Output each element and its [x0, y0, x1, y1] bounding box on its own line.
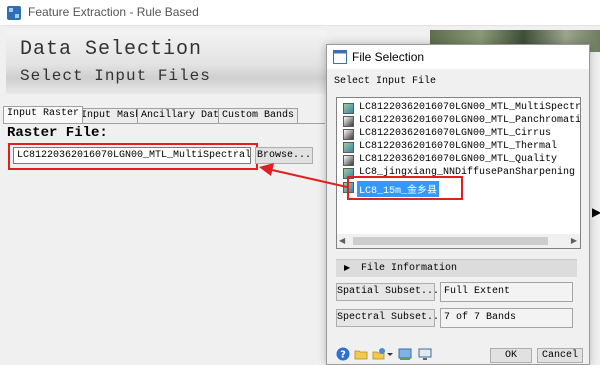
collapse-arrow-icon[interactable]: ▶: [592, 205, 600, 219]
open-folder-icon[interactable]: [354, 347, 368, 361]
dialog-titlebar: File Selection: [327, 45, 589, 69]
file-list-item-label: LC81220362016070LGN00_MTL_Quality: [359, 154, 558, 165]
spatial-subset-value: Full Extent: [440, 282, 573, 302]
file-list-item-label: LC81220362016070LGN00_MTL_Panchromatic: [359, 115, 581, 126]
grayscale-raster-icon: [343, 155, 354, 166]
raster-file-icon: [343, 103, 354, 114]
scroll-right-arrow-icon[interactable]: ▶: [571, 236, 577, 245]
browse-button[interactable]: Browse...: [255, 147, 313, 164]
feature-extraction-app-icon: [7, 6, 21, 20]
file-list-item-label: LC81220362016070LGN00_MTL_Cirrus: [359, 128, 552, 139]
raster-file-highlight-box: [8, 143, 258, 170]
cancel-button[interactable]: Cancel: [537, 348, 583, 363]
select-input-file-label: Select Input File: [334, 76, 437, 87]
file-list[interactable]: LC81220362016070LGN00_MTL_MultiSpectral …: [336, 97, 581, 249]
display-icon[interactable]: [418, 347, 432, 361]
spectral-subset-value: 7 of 7 Bands: [440, 308, 573, 328]
dropdown-arrow-icon[interactable]: [386, 347, 394, 361]
banner-subtitle: Select Input Files: [20, 67, 211, 85]
spectral-subset-button[interactable]: Spectral Subset...: [336, 309, 445, 327]
banner-title: Data Selection: [20, 38, 203, 61]
svg-text:?: ?: [340, 350, 346, 361]
file-list-horizontal-scrollbar[interactable]: ◀ ▶: [337, 234, 580, 248]
data-selection-banner: Data Selection Select Input Files: [6, 30, 326, 94]
raster-file-icon: [343, 142, 354, 153]
dialog-title: File Selection: [352, 50, 425, 64]
open-remote-icon[interactable]: [372, 347, 386, 361]
tab-input-mask[interactable]: Input Mask: [77, 108, 146, 123]
data-manager-icon[interactable]: [398, 347, 412, 361]
file-list-item-label: LC81220362016070LGN00_MTL_MultiSpectral: [359, 102, 581, 113]
grayscale-raster-icon: [343, 129, 354, 140]
file-information-label: File Information: [361, 263, 458, 274]
file-selection-dialog: File Selection Select Input File LC81220…: [326, 44, 590, 365]
expand-triangle-icon: ▶: [344, 263, 351, 272]
raster-file-label: Raster File:: [7, 125, 108, 141]
main-titlebar: Feature Extraction - Rule Based: [0, 0, 600, 26]
spatial-subset-button[interactable]: Spatial Subset...: [336, 283, 439, 301]
scrollbar-thumb[interactable]: [353, 237, 548, 245]
main-window-title: Feature Extraction - Rule Based: [28, 5, 199, 19]
tab-custom-bands[interactable]: Custom Bands: [218, 108, 299, 123]
tab-input-raster[interactable]: Input Raster: [3, 106, 84, 123]
file-information-section[interactable]: ▶ File Information: [336, 259, 577, 277]
file-list-item-label: LC81220362016070LGN00_MTL_Thermal: [359, 141, 558, 152]
selected-file-highlight-box: [347, 176, 463, 200]
ok-button[interactable]: OK: [490, 348, 532, 363]
grayscale-raster-icon: [343, 116, 354, 127]
dialog-window-icon: [333, 50, 347, 64]
help-icon[interactable]: ?: [336, 347, 350, 361]
tab-ancillary-data[interactable]: Ancillary Data: [137, 108, 230, 123]
scroll-left-arrow-icon[interactable]: ◀: [339, 236, 345, 245]
